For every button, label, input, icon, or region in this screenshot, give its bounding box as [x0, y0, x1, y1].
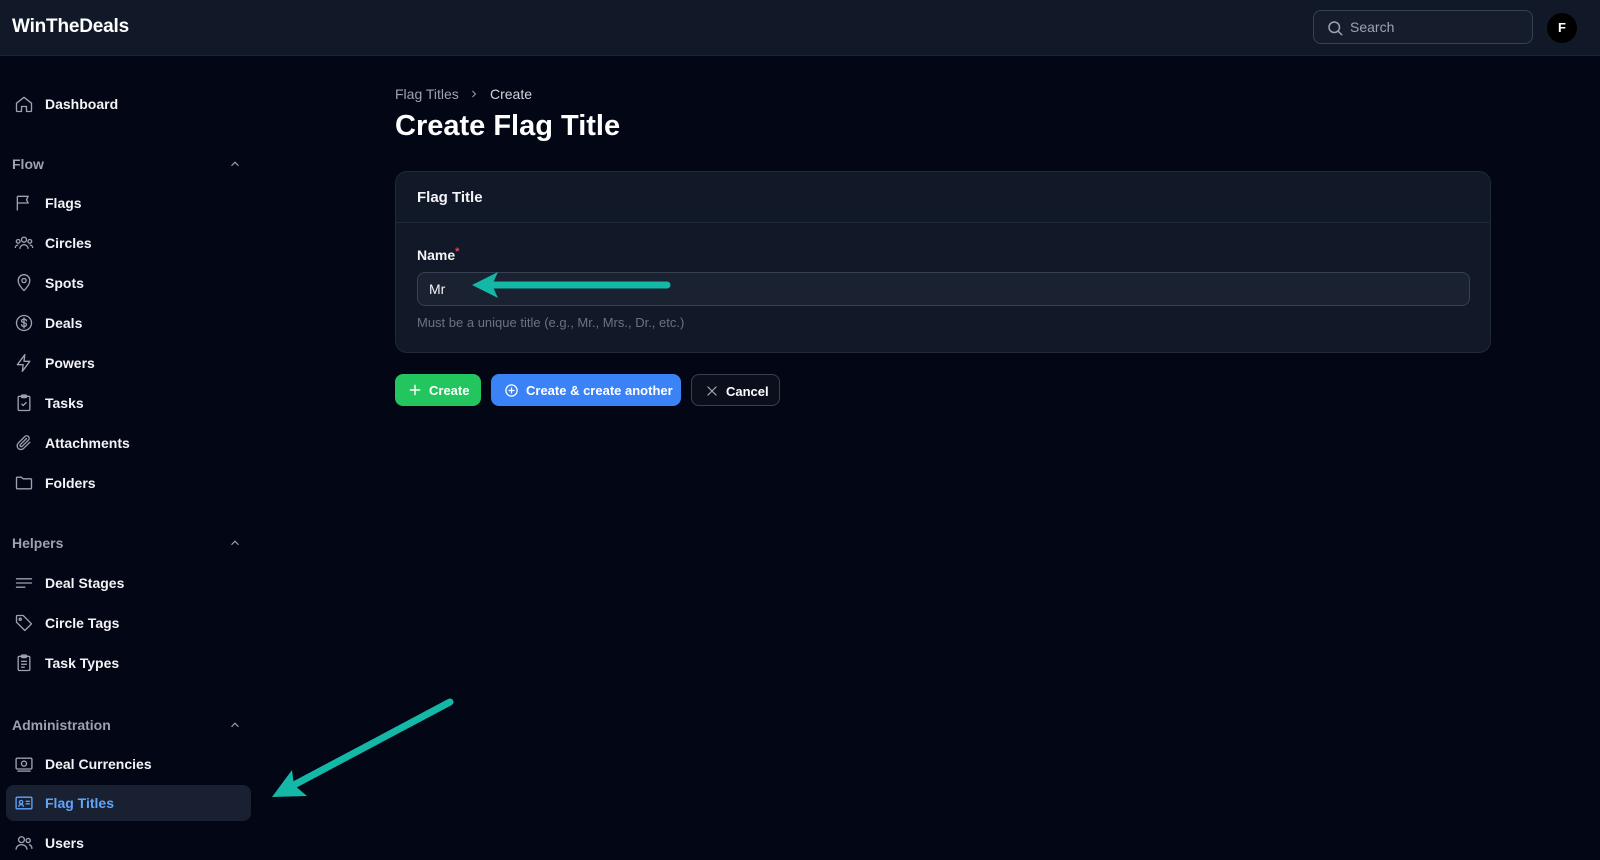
sidebar-item-label: Deals [45, 315, 83, 331]
annotation-arrow-sidebar-icon [272, 698, 454, 797]
top-bar: WinTheDeals F [0, 0, 1600, 56]
group-label: Flow [12, 156, 44, 172]
global-search[interactable] [1313, 10, 1533, 44]
name-label-text: Name [417, 247, 456, 263]
sidebar-item-deal-currencies[interactable]: Deal Currencies [6, 746, 251, 782]
breadcrumb-parent-link[interactable]: Flag Titles [395, 86, 459, 102]
flag-icon [16, 195, 29, 211]
group-administration-header[interactable]: Administration [12, 713, 242, 737]
group-label: Administration [12, 717, 111, 733]
sidebar-item-label: Flag Titles [45, 795, 114, 811]
flag-title-form-section: Flag Title Name* Must be a unique title … [395, 171, 1491, 353]
chevron-up-icon[interactable] [228, 536, 242, 550]
sidebar-item-label: Deal Stages [45, 575, 125, 591]
name-input[interactable] [417, 272, 1470, 306]
section-header: Flag Title [396, 172, 1490, 223]
sidebar-item-attachments[interactable]: Attachments [6, 425, 251, 461]
lightning-icon [16, 354, 31, 372]
section-title: Flag Title [417, 189, 483, 206]
sidebar-item-tasks[interactable]: Tasks [6, 385, 251, 421]
sidebar-item-label: Circles [45, 235, 92, 251]
name-helper-text: Must be a unique title (e.g., Mr., Mrs.,… [417, 315, 685, 330]
group-helpers-header[interactable]: Helpers [12, 531, 242, 555]
sidebar-item-task-types[interactable]: Task Types [6, 645, 251, 681]
required-marker: * [455, 246, 460, 258]
breadcrumb-current: Create [490, 86, 533, 102]
tag-icon [15, 614, 33, 632]
sidebar-item-folders[interactable]: Folders [6, 465, 251, 501]
name-field-label: Name* [417, 246, 460, 263]
sidebar-item-dashboard[interactable]: Dashboard [6, 86, 251, 122]
user-avatar[interactable]: F [1547, 13, 1577, 43]
brand-logo[interactable]: WinTheDeals [12, 16, 129, 38]
lines-icon [15, 578, 33, 588]
chevron-right-icon [472, 90, 477, 98]
sidebar-item-label: Dashboard [45, 96, 119, 112]
sidebar-item-label: Tasks [45, 395, 84, 411]
sidebar-item-spots[interactable]: Spots [6, 265, 251, 301]
sidebar-item-powers[interactable]: Powers [6, 345, 251, 381]
sidebar-item-flag-titles[interactable]: Flag Titles [6, 785, 251, 821]
sidebar-item-circle-tags[interactable]: Circle Tags [6, 605, 251, 641]
sidebar-item-users[interactable]: Users [6, 825, 251, 860]
page-title: Create Flag Title [395, 110, 621, 142]
cancel-button-label: Cancel [726, 384, 769, 399]
sidebar-item-label: Powers [45, 355, 95, 371]
plus-icon [409, 384, 421, 396]
sidebar-item-label: Users [45, 835, 84, 851]
paperclip-icon [16, 435, 31, 451]
chevron-up-icon[interactable] [228, 157, 242, 171]
id-card-icon [15, 796, 33, 810]
sidebar-item-label: Circle Tags [45, 615, 120, 631]
sidebar-item-label: Spots [45, 275, 84, 291]
create-button[interactable]: Create [395, 374, 481, 406]
clipboard-check-icon [17, 394, 31, 412]
cancel-button[interactable]: Cancel [691, 374, 780, 406]
sidebar-item-label: Deal Currencies [45, 756, 152, 772]
chevron-up-icon[interactable] [228, 718, 242, 732]
home-icon [15, 96, 33, 113]
users-group-icon [14, 236, 34, 249]
dollar-circle-icon [15, 314, 33, 332]
users-icon [15, 836, 33, 850]
search-input[interactable] [1350, 11, 1526, 43]
sidebar-item-label: Folders [45, 475, 96, 491]
sidebar-item-deals[interactable]: Deals [6, 305, 251, 341]
create-button-label: Create [429, 383, 470, 398]
sidebar-item-circles[interactable]: Circles [6, 225, 251, 261]
sidebar-item-label: Attachments [45, 435, 130, 451]
folder-icon [15, 476, 33, 490]
search-icon [1328, 21, 1343, 36]
sidebar: Dashboard Flow Flags Circles Spots Deals… [0, 56, 256, 860]
banknote-icon [15, 757, 33, 772]
clipboard-list-icon [17, 654, 31, 672]
create-another-button-label: Create & create another [526, 383, 673, 398]
group-label: Helpers [12, 535, 64, 551]
plus-circle-icon [505, 384, 518, 397]
sidebar-item-deal-stages[interactable]: Deal Stages [6, 565, 251, 601]
sidebar-item-label: Task Types [45, 655, 120, 671]
close-icon [707, 386, 717, 396]
create-another-button[interactable]: Create & create another [491, 374, 681, 406]
sidebar-item-label: Flags [45, 195, 82, 211]
sidebar-item-flags[interactable]: Flags [6, 185, 251, 221]
map-pin-icon [17, 274, 31, 292]
group-flow-header[interactable]: Flow [12, 152, 242, 176]
